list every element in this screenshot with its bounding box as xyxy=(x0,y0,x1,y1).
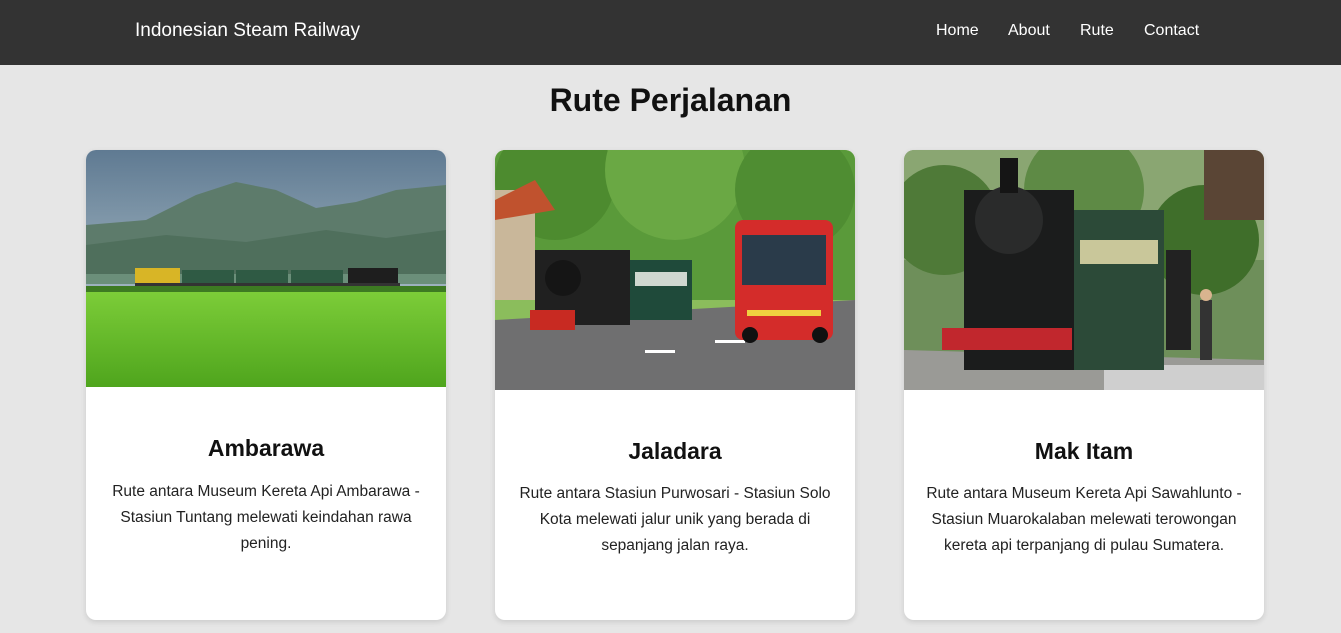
card-description: Rute antara Museum Kereta Api Ambarawa -… xyxy=(112,483,420,552)
card-image-mak-itam xyxy=(904,150,1264,390)
page-title: Rute Perjalanan xyxy=(549,82,792,118)
top-navbar: Indonesian Steam Railway Home About Rute… xyxy=(0,0,1341,65)
main-nav: Home About Rute Contact xyxy=(0,20,1341,42)
route-card-mak-itam: Mak Itam Rute antara Museum Kereta Api S… xyxy=(904,150,1264,620)
route-card-jaladara: Jaladara Rute antara Stasiun Purwosari -… xyxy=(495,150,855,620)
card-description: Rute antara Museum Kereta Api Sawahlunto… xyxy=(926,485,1242,554)
card-title: Jaladara xyxy=(628,438,722,464)
card-image-jaladara xyxy=(495,150,855,390)
card-title: Ambarawa xyxy=(207,435,325,461)
nav-link-rute[interactable]: Rute xyxy=(1080,20,1114,42)
route-card-ambarawa: Ambarawa Rute antara Museum Kereta Api A… xyxy=(86,150,446,620)
card-image-ambarawa xyxy=(86,150,446,387)
nav-link-about[interactable]: About xyxy=(1008,20,1050,42)
card-description: Rute antara Stasiun Purwosari - Stasiun … xyxy=(519,485,831,554)
nav-link-home[interactable]: Home xyxy=(936,20,979,42)
card-title: Mak Itam xyxy=(1034,438,1134,464)
nav-link-contact[interactable]: Contact xyxy=(1144,20,1199,42)
